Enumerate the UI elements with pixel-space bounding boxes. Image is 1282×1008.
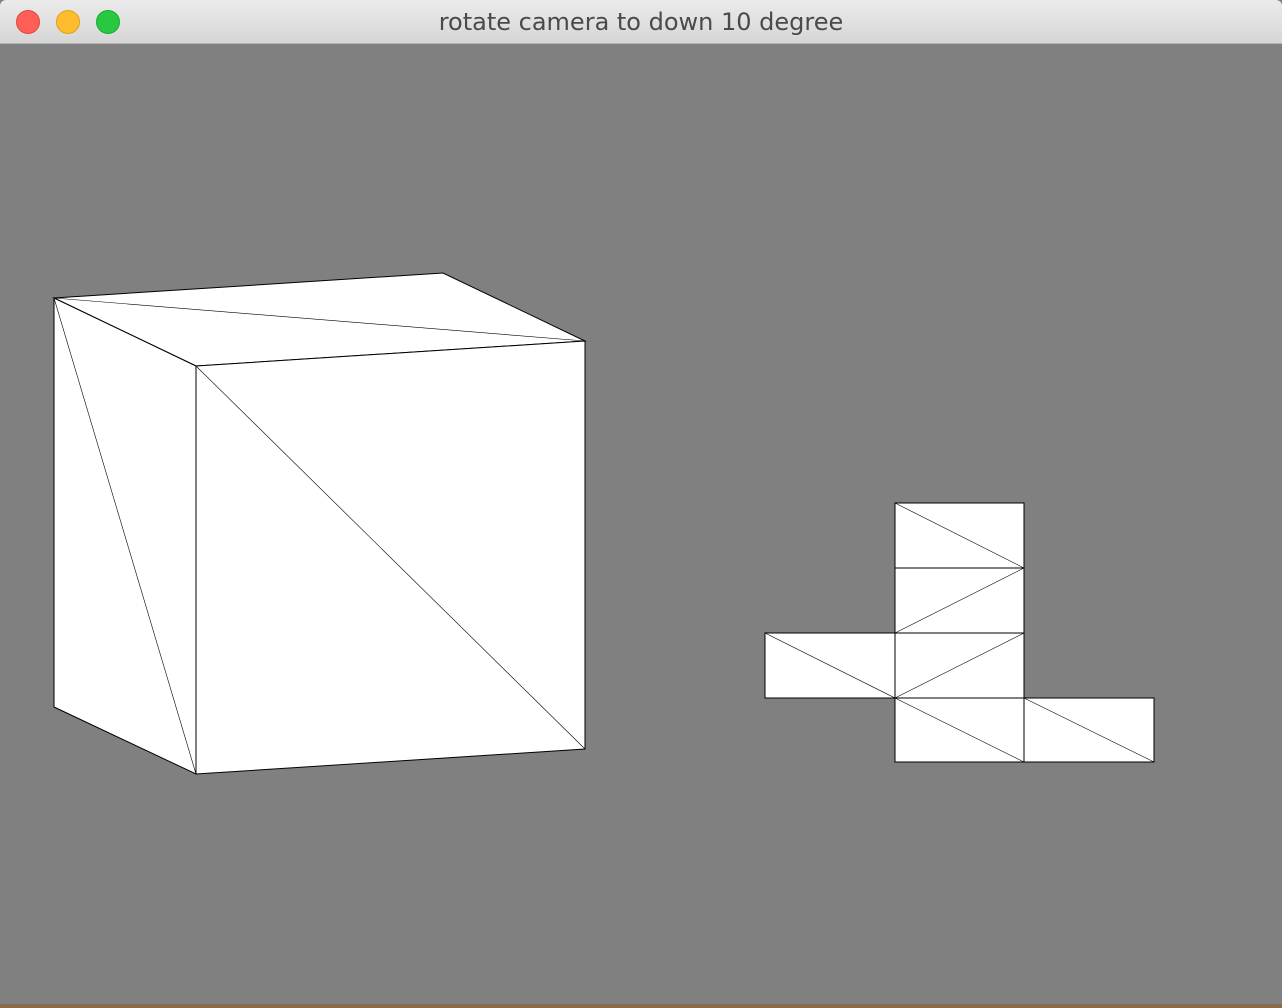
window-bottom-edge (0, 1004, 1282, 1008)
render-viewport[interactable] (0, 44, 1282, 1004)
window-title: rotate camera to down 10 degree (438, 8, 844, 36)
title-bar[interactable]: rotate camera to down 10 degree (0, 0, 1282, 44)
cube-3d (52, 272, 587, 775)
cube-net (764, 502, 1155, 763)
scene-canvas (52, 272, 1155, 775)
app-window: rotate camera to down 10 degree (0, 0, 1282, 1008)
